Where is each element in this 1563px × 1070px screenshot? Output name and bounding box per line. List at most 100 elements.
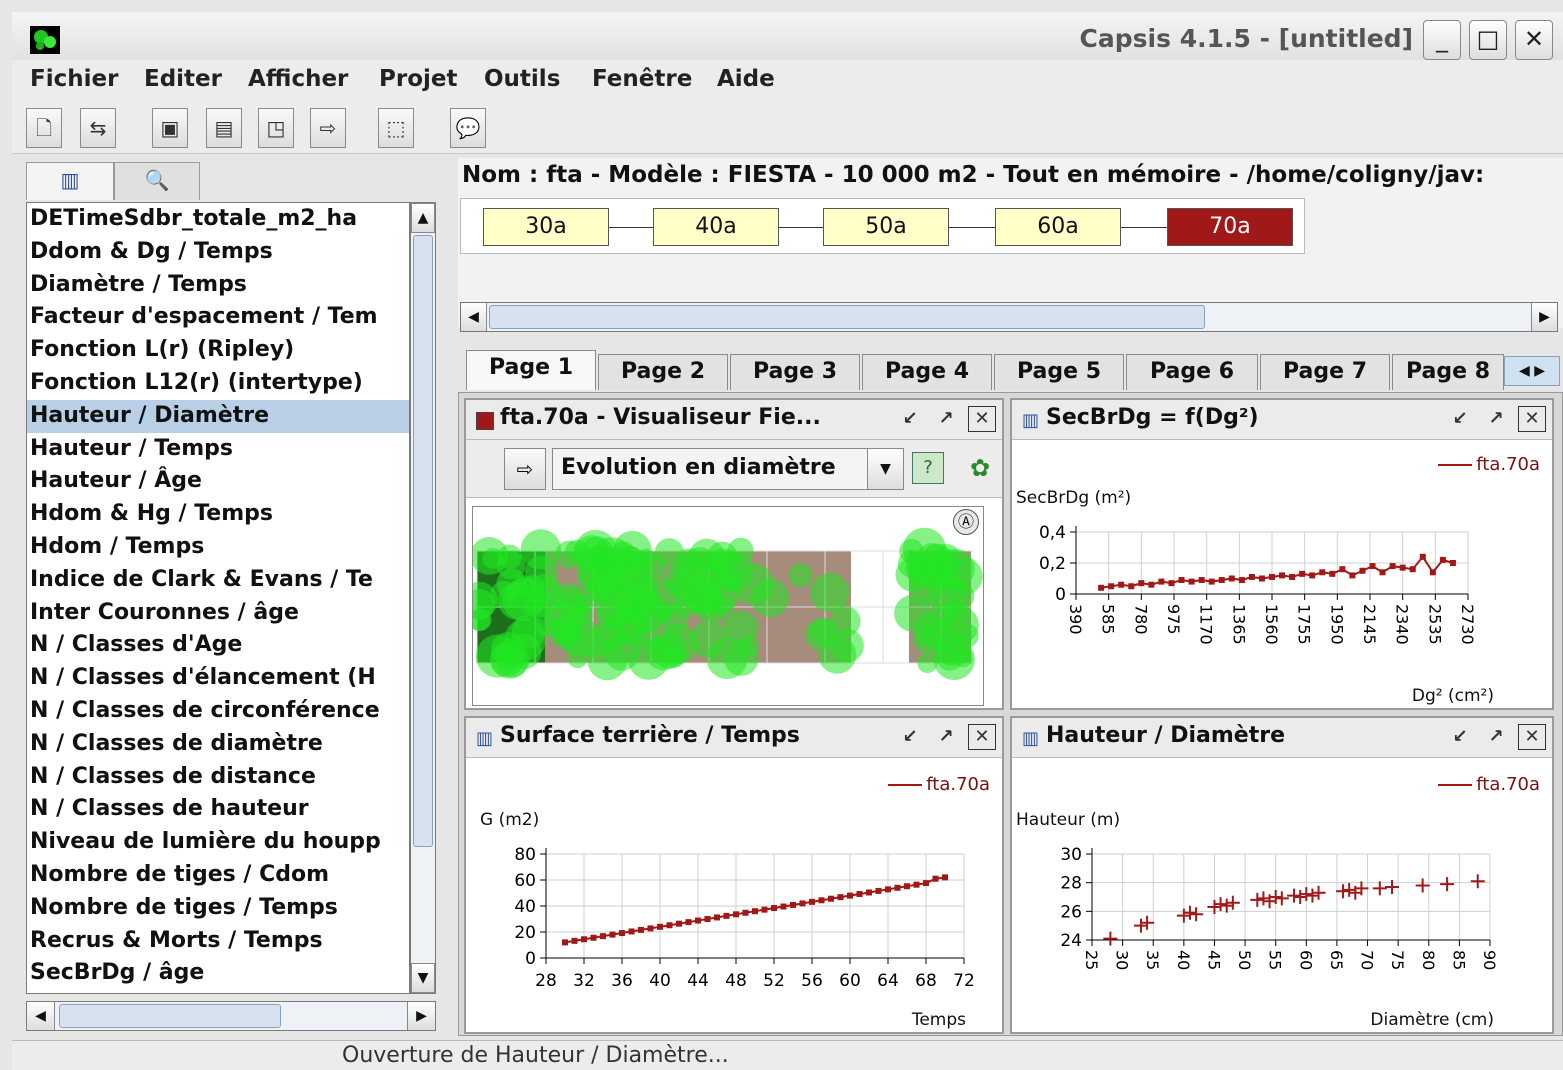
list-item[interactable]: Fonction L(r) (Ripley): [27, 334, 409, 367]
minimize-button[interactable]: _: [1423, 20, 1461, 60]
step-button[interactable]: 40a: [653, 208, 779, 246]
list-item[interactable]: Ddom & Dg / Temps: [27, 236, 409, 269]
stand-map-view[interactable]: Ⓐ: [460, 506, 984, 706]
x-tick-label: 85: [1449, 950, 1468, 970]
search-tab[interactable]: 🔍: [114, 162, 200, 200]
data-point: [1409, 566, 1416, 573]
new-project-icon[interactable]: 🗋: [26, 108, 62, 148]
tab-page-4[interactable]: Page 4: [862, 354, 992, 390]
close-window-button[interactable]: ✕: [1515, 20, 1553, 60]
selection-icon[interactable]: ⬚: [378, 108, 414, 148]
menu-aide[interactable]: Aide: [717, 66, 775, 92]
list-item[interactable]: Diamètre / Temps: [27, 269, 409, 302]
tree-settings-icon[interactable]: ✿: [960, 448, 1000, 490]
scroll-right-icon[interactable]: ▶: [407, 1002, 435, 1030]
scroll-up-icon[interactable]: ▲: [411, 203, 435, 233]
tab-page-5[interactable]: Page 5: [994, 354, 1124, 390]
help-icon[interactable]: ?: [912, 452, 944, 484]
save-icon[interactable]: ▣: [152, 108, 188, 148]
secbrdg-frame-header[interactable]: ▥ SecBrDg = f(Dg²) ↙ ↗ ✕: [1012, 400, 1552, 440]
tree-crown: [750, 578, 790, 618]
menu-afficher[interactable]: Afficher: [248, 66, 348, 92]
step-button[interactable]: 50a: [823, 208, 949, 246]
scroll-left-icon[interactable]: ◀: [461, 303, 487, 331]
list-item[interactable]: DETimeSdbr_totale_m2_ha: [27, 203, 409, 236]
iconify-icon[interactable]: ↙: [896, 407, 924, 433]
list-item[interactable]: Hauteur / Temps: [27, 433, 409, 466]
close-frame-icon[interactable]: ✕: [968, 406, 996, 432]
list-item[interactable]: Niveau de lumière du houpp: [27, 826, 409, 859]
steps-horizontal-scrollbar[interactable]: ◀ ▶: [460, 302, 1558, 332]
close-frame-icon[interactable]: ✕: [968, 724, 996, 750]
tab-page-6[interactable]: Page 6: [1126, 354, 1258, 390]
tabs-scroll-arrows[interactable]: ◀ ▶: [1504, 356, 1560, 386]
hauteur-frame-header[interactable]: ▥ Hauteur / Diamètre ↙ ↗ ✕: [1012, 718, 1552, 758]
tab-page-8[interactable]: Page 8: [1392, 354, 1504, 390]
menu-editer[interactable]: Editer: [144, 66, 222, 92]
steps-hscroll-thumb[interactable]: [489, 305, 1205, 329]
maximize-button[interactable]: □: [1469, 20, 1507, 60]
list-item[interactable]: Hdom & Hg / Temps: [27, 498, 409, 531]
maximize-frame-icon[interactable]: ↗: [932, 725, 960, 751]
scroll-left-icon[interactable]: ◀: [27, 1002, 55, 1030]
tab-page-2[interactable]: Page 2: [598, 354, 728, 390]
close-frame-icon[interactable]: ✕: [1518, 724, 1546, 750]
iconify-icon[interactable]: ↙: [1446, 407, 1474, 433]
list-item[interactable]: Nombre de tiges / Cdom: [27, 859, 409, 892]
menu-fenetre[interactable]: Fenêtre: [592, 66, 692, 92]
step-button[interactable]: 30a: [483, 208, 609, 246]
tab-page-1[interactable]: Page 1: [466, 350, 596, 390]
chart-tab[interactable]: ▥: [26, 162, 114, 200]
tab-page-7[interactable]: Page 7: [1260, 354, 1390, 390]
chart-icon: ▥: [476, 728, 494, 749]
data-point: [1429, 569, 1436, 576]
data-point: [1256, 891, 1271, 906]
list-item[interactable]: Hauteur / Âge: [27, 465, 409, 498]
list-item[interactable]: Hauteur / Diamètre: [27, 399, 409, 433]
project-steps-panel: Nom : fta - Modèle : FIESTA - 10 000 m2 …: [458, 158, 1563, 332]
list-item[interactable]: Inter Couronnes / âge: [27, 597, 409, 630]
menu-outils[interactable]: Outils: [484, 66, 560, 92]
list-item[interactable]: Hdom / Temps: [27, 531, 409, 564]
list-item[interactable]: Facteur d'espacement / Tem: [27, 301, 409, 334]
list-scroll-thumb[interactable]: [413, 235, 433, 847]
maximize-frame-icon[interactable]: ↗: [1482, 407, 1510, 433]
list-horizontal-scrollbar[interactable]: ◀ ▶: [26, 1001, 436, 1031]
menu-projet[interactable]: Projet: [379, 66, 457, 92]
close-project-icon[interactable]: ◳: [258, 108, 294, 148]
viewer-frame-header[interactable]: fta.70a - Visualiseur Fie... ↙ ↗ ✕: [466, 400, 1002, 440]
maximize-frame-icon[interactable]: ↗: [1482, 725, 1510, 751]
view-mode-dropdown[interactable]: Evolution en diamètre ▼: [552, 448, 904, 490]
open-project-icon[interactable]: ⇆: [80, 108, 116, 148]
list-item[interactable]: N / Classes de circonférence: [27, 695, 409, 728]
tab-page-3[interactable]: Page 3: [730, 354, 860, 390]
export-icon[interactable]: ⇨: [310, 108, 346, 148]
list-item[interactable]: Indice de Clark & Evans / Te: [27, 564, 409, 597]
list-item[interactable]: Recrus & Morts / Temps: [27, 925, 409, 958]
list-item[interactable]: N / Classes de hauteur: [27, 793, 409, 826]
extension-list[interactable]: DETimeSdbr_totale_m2_ha Ddom & Dg / Temps…: [26, 202, 410, 994]
list-vertical-scrollbar[interactable]: ▲ ▼: [410, 202, 436, 994]
step-button[interactable]: 60a: [995, 208, 1121, 246]
menu-fichier[interactable]: Fichier: [30, 66, 118, 92]
help-bubble-icon[interactable]: 💬: [450, 108, 486, 148]
iconify-icon[interactable]: ↙: [896, 725, 924, 751]
save-as-icon[interactable]: ▤: [206, 108, 242, 148]
maximize-frame-icon[interactable]: ↗: [932, 407, 960, 433]
scroll-right-icon[interactable]: ▶: [1531, 303, 1557, 331]
step-button-selected[interactable]: 70a: [1167, 208, 1293, 246]
iconify-icon[interactable]: ↙: [1446, 725, 1474, 751]
scroll-down-icon[interactable]: ▼: [411, 963, 435, 993]
list-item[interactable]: N / Classes d'élancement (H: [27, 662, 409, 695]
list-item[interactable]: N / Classes de diamètre: [27, 728, 409, 761]
surface-frame-header[interactable]: ▥ Surface terrière / Temps ↙ ↗ ✕: [466, 718, 1002, 758]
list-item[interactable]: Nombre de tiges / Temps: [27, 892, 409, 925]
list-item[interactable]: N / Classes d'Age: [27, 629, 409, 662]
chevron-down-icon[interactable]: ▼: [867, 449, 903, 489]
close-frame-icon[interactable]: ✕: [1518, 406, 1546, 432]
export-icon[interactable]: ⇨: [504, 448, 546, 490]
list-hscroll-thumb[interactable]: [59, 1004, 281, 1028]
list-item[interactable]: SecBrDg / âge: [27, 957, 409, 990]
list-item[interactable]: N / Classes de distance: [27, 761, 409, 794]
list-item[interactable]: Fonction L12(r) (intertype): [27, 367, 409, 400]
